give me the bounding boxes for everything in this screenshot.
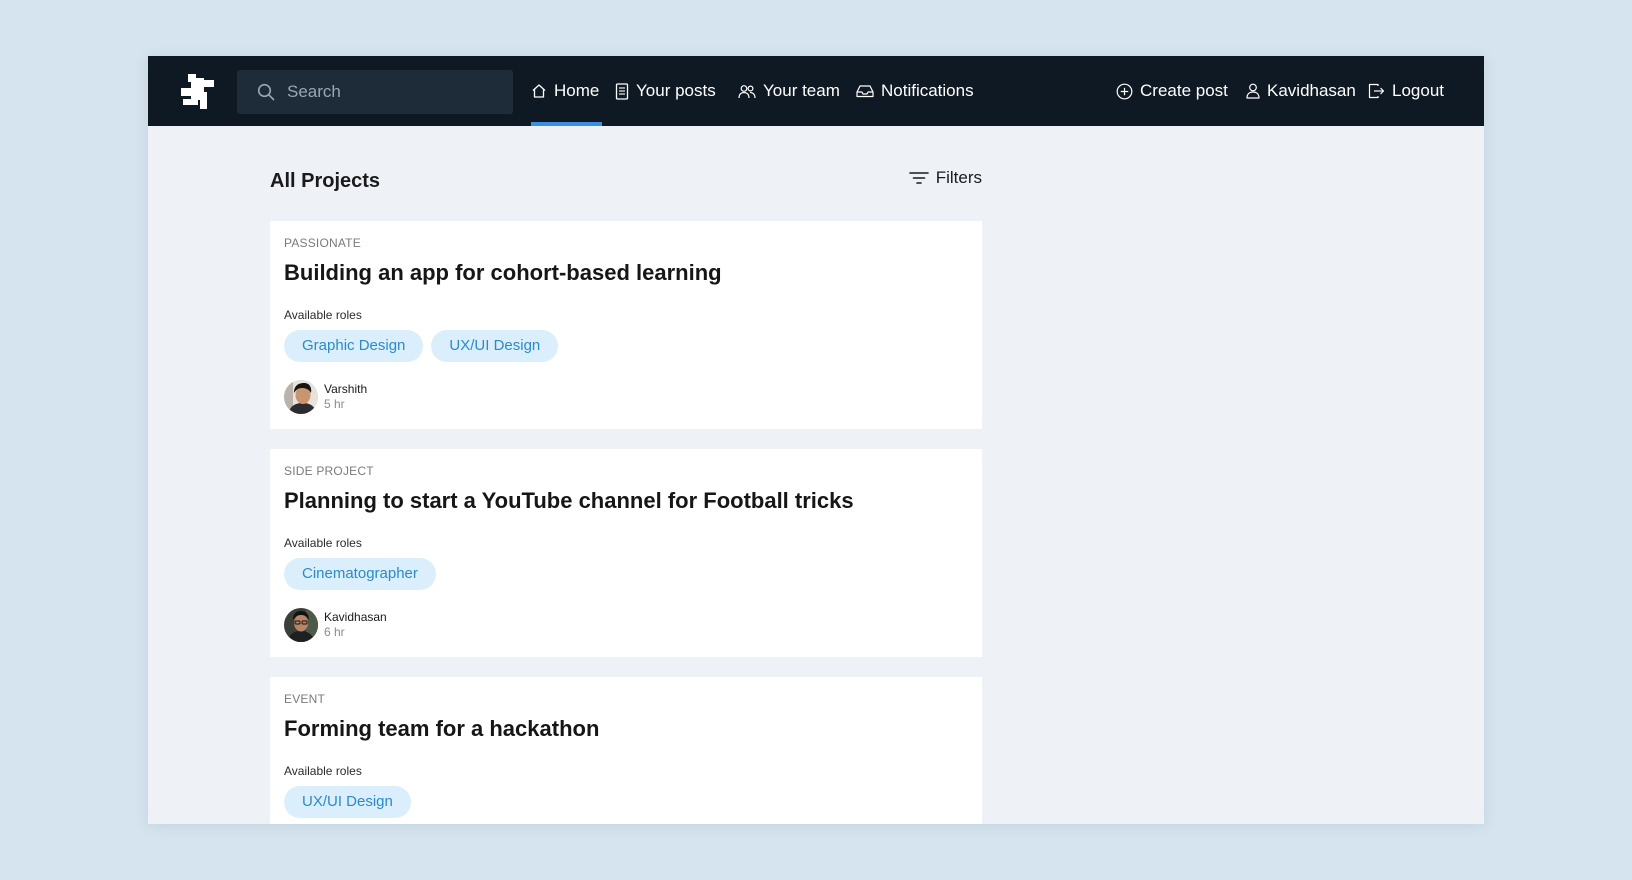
post-time: 5 hr: [324, 397, 345, 411]
role-tag[interactable]: Cinematographer: [284, 558, 436, 590]
author-name[interactable]: Kavidhasan: [324, 610, 387, 625]
filters-button[interactable]: Filters: [908, 168, 982, 188]
post-time: 6 hr: [324, 625, 345, 639]
author-name[interactable]: Varshith: [324, 382, 367, 397]
document-icon: [615, 82, 629, 100]
top-navbar: Home Your posts Your team: [148, 56, 1484, 126]
author-meta: Varshith 5 hr: [324, 382, 367, 412]
author-info: Varshith 5 hr: [284, 380, 968, 414]
roles-list: Graphic Design UX/UI Design: [284, 330, 968, 362]
nav-your-team-label: Your team: [763, 81, 840, 100]
roles-label: Available roles: [284, 536, 362, 550]
active-tab-indicator: [531, 122, 602, 126]
inbox-icon: [856, 85, 874, 98]
search-box[interactable]: [237, 70, 513, 114]
project-category: SIDE PROJECT: [284, 464, 374, 478]
roles-label: Available roles: [284, 764, 362, 778]
nav-home-label: Home: [554, 81, 600, 100]
roles-label: Available roles: [284, 308, 362, 322]
project-category: EVENT: [284, 692, 326, 706]
avatar[interactable]: [284, 380, 318, 414]
roles-list: Cinematographer: [284, 558, 968, 590]
create-post-button[interactable]: Create post: [1116, 56, 1228, 126]
role-tag[interactable]: UX/UI Design: [431, 330, 559, 362]
project-title[interactable]: Planning to start a YouTube channel for …: [284, 487, 968, 515]
nav-home[interactable]: Home: [531, 56, 599, 126]
project-category: PASSIONATE: [284, 236, 361, 250]
search-icon: [257, 83, 275, 101]
roles-list: UX/UI Design: [284, 786, 968, 818]
nav-your-posts[interactable]: Your posts: [615, 56, 716, 126]
profile-link[interactable]: Kavidhasan: [1246, 56, 1356, 126]
user-icon: [1246, 83, 1260, 99]
role-tag[interactable]: UX/UI Design: [284, 786, 411, 818]
logout-label: Logout: [1392, 81, 1444, 100]
team-icon: [738, 84, 756, 98]
logout-button[interactable]: Logout: [1368, 56, 1444, 126]
page-title: All Projects: [270, 170, 381, 192]
filters-label: Filters: [935, 168, 982, 187]
create-post-label: Create post: [1140, 81, 1228, 100]
nav-your-team[interactable]: Your team: [738, 56, 840, 126]
nav-your-posts-label: Your posts: [636, 81, 716, 100]
plus-circle-icon: [1116, 83, 1133, 99]
avatar[interactable]: [284, 608, 318, 642]
nav-notifications-label: Notifications: [881, 81, 974, 100]
author-info: Kavidhasan 6 hr: [284, 608, 968, 642]
author-meta: Kavidhasan 6 hr: [324, 610, 387, 640]
search-input[interactable]: [287, 82, 507, 102]
nav-notifications[interactable]: Notifications: [856, 56, 974, 126]
app-window: Home Your posts Your team: [148, 56, 1484, 824]
app-logo-icon[interactable]: [178, 71, 218, 111]
project-card[interactable]: SIDE PROJECT Planning to start a YouTube…: [270, 449, 982, 657]
filter-icon: [908, 172, 929, 184]
project-card[interactable]: EVENT Forming team for a hackathon Avail…: [270, 677, 982, 824]
project-card[interactable]: PASSIONATE Building an app for cohort-ba…: [270, 221, 982, 429]
home-icon: [532, 84, 546, 98]
project-title[interactable]: Forming team for a hackathon: [284, 715, 968, 743]
role-tag[interactable]: Graphic Design: [284, 330, 424, 362]
username-label: Kavidhasan: [1267, 81, 1356, 100]
project-title[interactable]: Building an app for cohort-based learnin…: [284, 259, 968, 287]
logout-icon: [1368, 83, 1385, 99]
